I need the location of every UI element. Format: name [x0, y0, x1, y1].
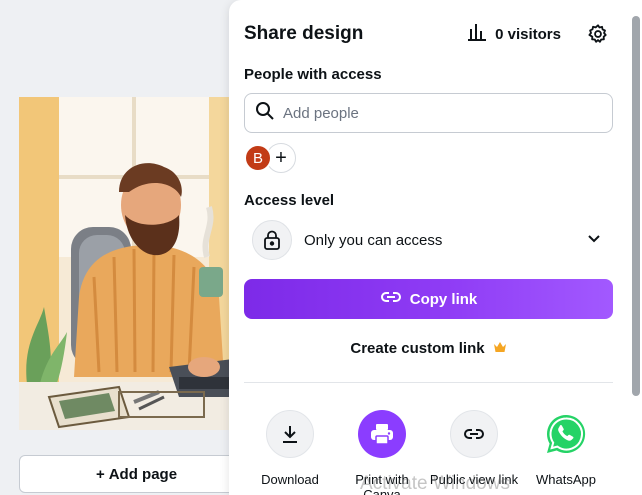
share-design-panel: Share design 0 visitors People with acce…	[229, 0, 629, 495]
avatar[interactable]: B	[244, 144, 272, 172]
chevron-down-icon	[587, 231, 601, 249]
share-option-label: Print with Canva	[355, 472, 409, 495]
divider	[244, 382, 613, 383]
add-page-label: Add page	[108, 465, 178, 483]
custom-link-label: Create custom link	[350, 339, 485, 357]
plus-icon: +	[95, 465, 105, 483]
share-option-label: WhatsApp	[536, 472, 596, 487]
access-level-label: Access level	[244, 192, 335, 209]
people-with-access-label: People with access	[244, 66, 382, 83]
gear-icon[interactable]	[587, 23, 609, 45]
bar-chart-icon	[467, 23, 487, 45]
lock-icon	[252, 220, 292, 260]
share-option-public-view-link[interactable]: Public view link	[428, 410, 520, 487]
link-icon	[380, 290, 402, 308]
add-page-button[interactable]: + Add page	[19, 455, 254, 493]
panel-header: Share design 0 visitors	[244, 20, 609, 48]
add-people-search[interactable]	[244, 93, 613, 133]
share-option-label: Download	[261, 472, 319, 487]
add-people-input[interactable]	[283, 104, 612, 122]
link-icon	[450, 410, 498, 458]
share-option-print[interactable]: Print with Canva	[336, 410, 428, 495]
copy-link-label: Copy link	[409, 290, 478, 308]
access-level-value: Only you can access	[304, 231, 443, 249]
download-icon	[266, 410, 314, 458]
scrollbar-thumb[interactable]	[632, 16, 640, 396]
panel-title: Share design	[244, 23, 364, 44]
create-custom-link-button[interactable]: Create custom link	[244, 336, 613, 360]
illustration-man-at-laptop	[19, 97, 249, 430]
crown-icon	[493, 340, 507, 357]
share-options: Download Print with Canva Public view li…	[244, 410, 613, 495]
search-icon	[255, 101, 275, 126]
share-option-whatsapp[interactable]: WhatsApp	[520, 410, 612, 487]
printer-icon	[358, 410, 406, 458]
visitors-count: 0 visitors	[495, 25, 561, 43]
share-option-download[interactable]: Download	[244, 410, 336, 487]
share-option-label: Public view link	[429, 472, 519, 487]
whatsapp-icon	[542, 410, 590, 458]
access-level-dropdown[interactable]: Only you can access	[244, 218, 613, 262]
copy-link-button[interactable]: Copy link	[244, 279, 613, 319]
plus-icon: +	[275, 146, 287, 169]
design-page-thumbnail[interactable]	[19, 97, 249, 430]
visitors-button[interactable]: 0 visitors	[467, 23, 561, 45]
access-avatars: B +	[244, 143, 296, 173]
